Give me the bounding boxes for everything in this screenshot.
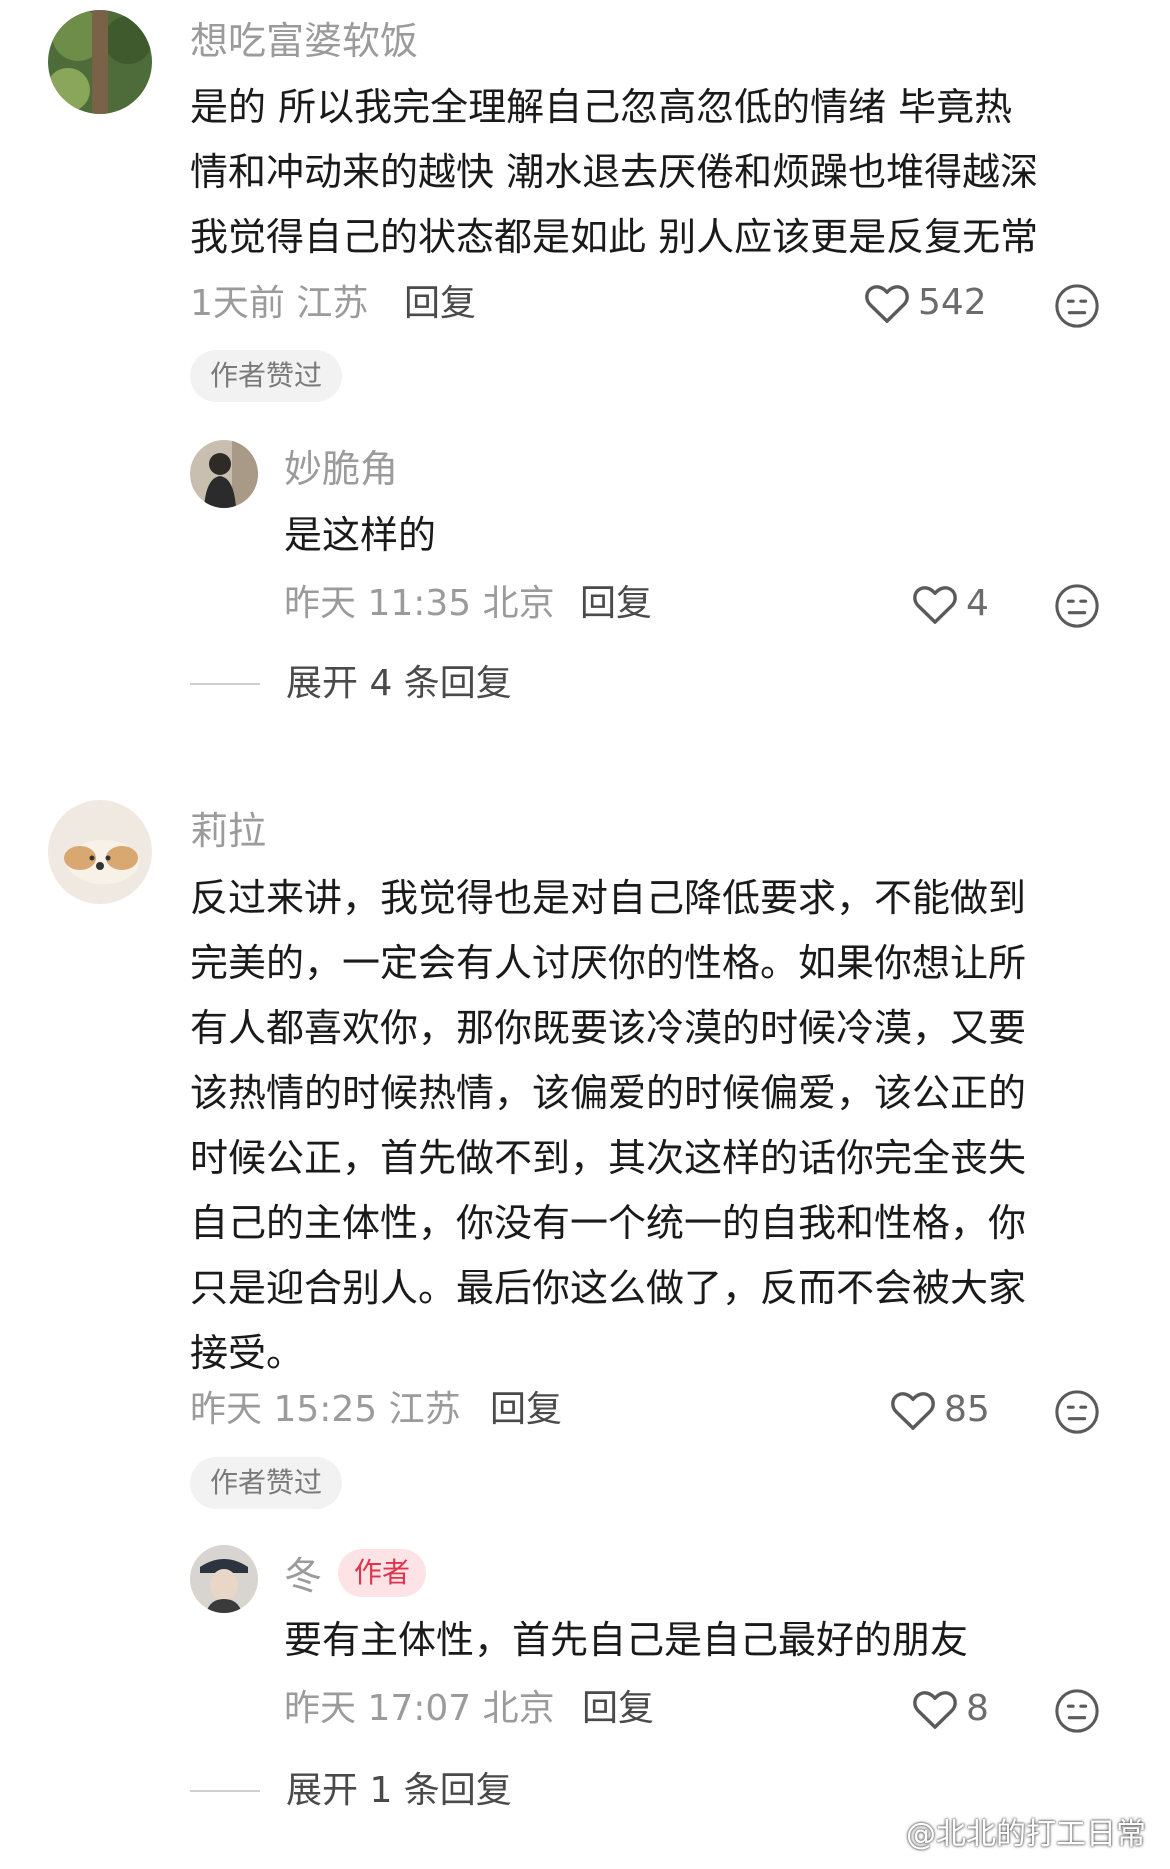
username[interactable]: 妙脆角 bbox=[284, 450, 398, 488]
comment-line: 反过来讲，我觉得也是对自己降低要求，不能做到 bbox=[190, 876, 1027, 920]
avatar[interactable] bbox=[48, 10, 152, 114]
reply-time-location: 昨天 11:35 北京 bbox=[284, 583, 555, 624]
comment-line: 我觉得自己的状态都是如此 别人应该更是反复无常 bbox=[190, 215, 1039, 259]
expand-replies-label: 展开 1 条回复 bbox=[286, 1770, 512, 1811]
reply-button[interactable]: 回复 bbox=[580, 586, 652, 622]
reply-button[interactable]: 回复 bbox=[404, 286, 476, 322]
heart-icon bbox=[913, 1691, 957, 1729]
like-count: 8 bbox=[966, 1688, 989, 1729]
comment-line: 该热情的时候热情，该偏爱的时候偏爱，该公正的 bbox=[190, 1071, 1027, 1115]
heart-icon bbox=[891, 1392, 935, 1430]
divider bbox=[190, 683, 260, 685]
comment-line: 完美的，一定会有人讨厌你的性格。如果你想让所 bbox=[190, 941, 1027, 985]
reply-time-location: 昨天 17:07 北京 bbox=[284, 1688, 555, 1729]
like-count: 85 bbox=[944, 1389, 990, 1430]
like-button[interactable]: 85 bbox=[890, 1389, 990, 1431]
like-count: 4 bbox=[966, 583, 989, 624]
expand-replies-button[interactable]: 展开 4 条回复 bbox=[190, 666, 512, 702]
comment-text: 是的 所以我完全理解自己忽高忽低的情绪 毕竟热 情和冲动来的越快 潮水退去厌倦和… bbox=[190, 75, 1130, 270]
comment-line: 时候公正，首先做不到，其次这样的话你完全丧失 bbox=[190, 1136, 1027, 1180]
reply-button[interactable]: 回复 bbox=[490, 1392, 562, 1428]
reply-text: 要有主体性，首先自己是自己最好的朋友 bbox=[284, 1618, 969, 1662]
author-tag: 作者 bbox=[338, 1549, 427, 1597]
comment-line: 只是迎合别人。最后你这么做了，反而不会被大家 bbox=[190, 1266, 1027, 1310]
expand-replies-label: 展开 4 条回复 bbox=[286, 663, 512, 704]
username[interactable]: 冬 bbox=[284, 1557, 322, 1595]
reply-button[interactable]: 回复 bbox=[582, 1691, 654, 1727]
comment-line: 自己的主体性，你没有一个统一的自我和性格，你 bbox=[190, 1201, 1027, 1245]
like-button[interactable]: 4 bbox=[912, 583, 989, 625]
dislike-face-icon[interactable] bbox=[1054, 283, 1100, 329]
avatar[interactable] bbox=[190, 1545, 258, 1613]
reply-text: 是这样的 bbox=[284, 513, 437, 557]
comment-line: 接受。 bbox=[190, 1331, 305, 1375]
watermark: @北北的打工日常 bbox=[866, 1809, 1146, 1853]
avatar[interactable] bbox=[190, 440, 258, 508]
comment-time-location: 昨天 15:25 江苏 bbox=[190, 1389, 461, 1430]
comment-line: 有人都喜欢你，那你既要该冷漠的时候冷漠，又要 bbox=[190, 1006, 1027, 1050]
expand-replies-button[interactable]: 展开 1 条回复 bbox=[190, 1773, 512, 1809]
username[interactable]: 想吃富婆软饭 bbox=[190, 22, 418, 60]
like-button[interactable]: 8 bbox=[912, 1688, 989, 1730]
like-button[interactable]: 542 bbox=[864, 282, 987, 324]
like-count: 542 bbox=[918, 282, 987, 323]
dislike-face-icon[interactable] bbox=[1054, 1389, 1100, 1435]
heart-icon bbox=[913, 586, 957, 624]
author-liked-badge: 作者赞过 bbox=[190, 350, 343, 402]
author-liked-badge: 作者赞过 bbox=[190, 1457, 343, 1509]
comment-line: 情和冲动来的越快 潮水退去厌倦和烦躁也堆得越深 bbox=[190, 150, 1039, 194]
avatar[interactable] bbox=[48, 800, 152, 904]
comment-line: 是的 所以我完全理解自己忽高忽低的情绪 毕竟热 bbox=[190, 85, 1013, 129]
dislike-face-icon[interactable] bbox=[1054, 1688, 1100, 1734]
comment-time-location: 1天前 江苏 bbox=[190, 283, 369, 324]
weibo-logo-icon bbox=[866, 1819, 899, 1845]
heart-icon bbox=[865, 285, 909, 323]
dislike-face-icon[interactable] bbox=[1054, 583, 1100, 629]
comment-text: 反过来讲，我觉得也是对自己降低要求，不能做到 完美的，一定会有人讨厌你的性格。如… bbox=[190, 866, 1130, 1386]
username[interactable]: 莉拉 bbox=[190, 812, 266, 850]
divider bbox=[190, 1790, 260, 1792]
watermark-text: @北北的打工日常 bbox=[906, 1817, 1146, 1852]
